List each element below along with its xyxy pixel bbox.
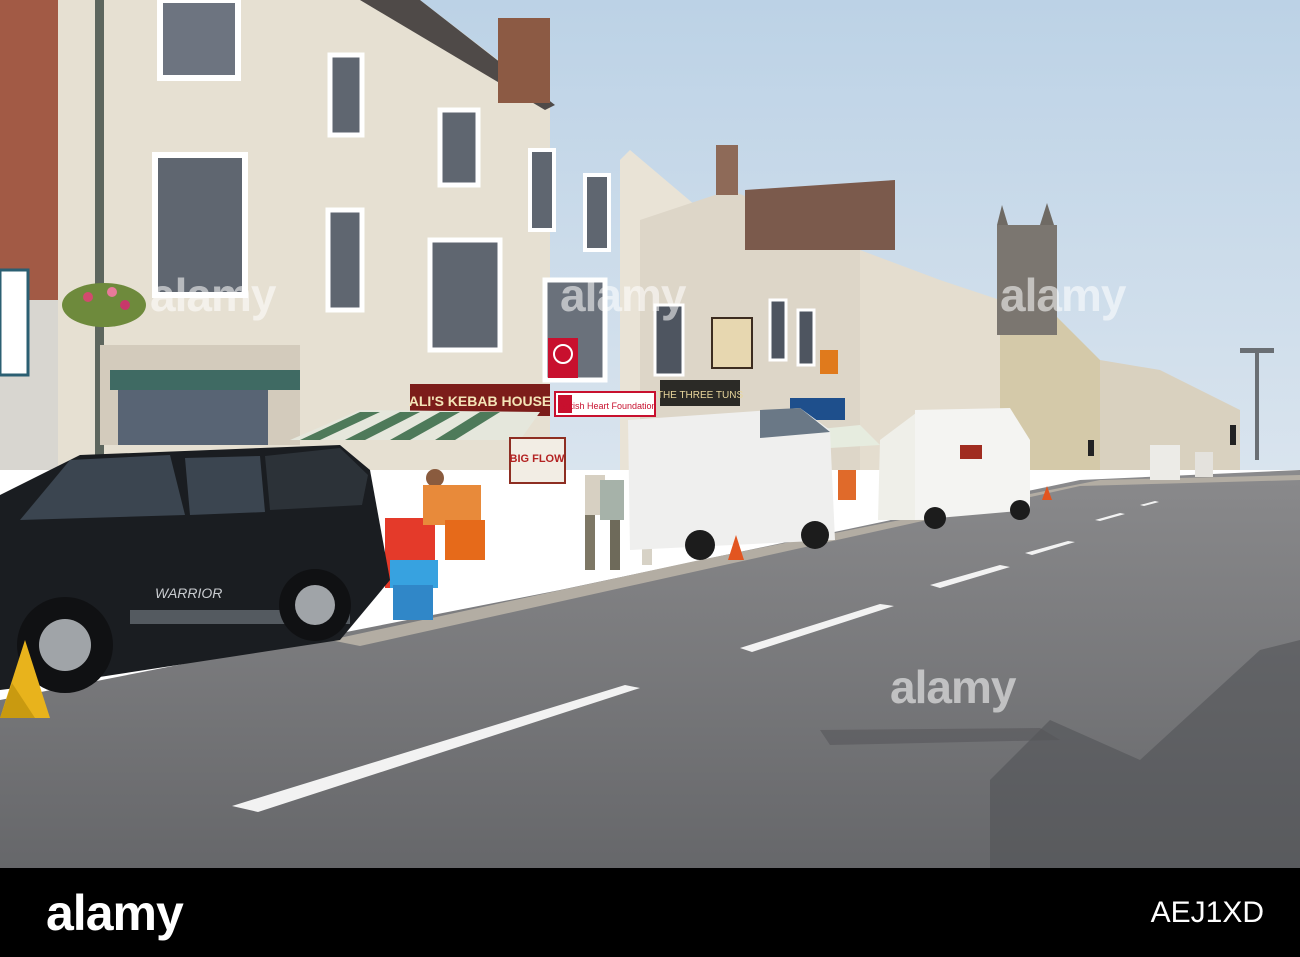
shop-sign-orange: [820, 350, 838, 374]
watermark: alamy: [890, 661, 1016, 713]
watermark: alamy: [1000, 269, 1126, 321]
warrior-badge: WARRIOR: [155, 585, 222, 601]
chimney: [498, 18, 550, 103]
van-distant: [1195, 452, 1213, 477]
street-lamp: [1255, 350, 1259, 460]
watermark: alamy: [560, 269, 686, 321]
stock-photo-frame: ALI'S KEBAB HOUSE British Heart Foundati…: [0, 0, 1300, 957]
stall-banner-text: BIG FLOW: [510, 453, 566, 465]
chimney: [716, 145, 738, 195]
person: [426, 469, 444, 487]
hanging-basket: [62, 283, 146, 327]
window: [583, 173, 611, 252]
kebab-house-text: ALI'S KEBAB HOUSE: [409, 393, 552, 409]
street-photo: ALI'S KEBAB HOUSE British Heart Foundati…: [0, 0, 1300, 868]
shop-window: [118, 390, 268, 445]
shop-awning: [110, 370, 300, 390]
traffic-light: [1230, 425, 1236, 445]
window: [327, 52, 365, 138]
window: [427, 237, 503, 353]
white-van-1: [628, 408, 835, 560]
blue-bucket: [393, 585, 433, 620]
van-distant: [1150, 445, 1180, 480]
stock-info-bar: alamy AEJ1XD: [0, 868, 1300, 957]
image-id: AEJ1XD: [1150, 896, 1264, 929]
street-scene: ALI'S KEBAB HOUSE British Heart Foundati…: [0, 0, 1300, 868]
window: [325, 207, 365, 313]
traffic-light: [1088, 440, 1094, 456]
watermark: alamy: [150, 269, 276, 321]
white-van-2: [915, 408, 1030, 529]
wall-sign: [0, 268, 30, 377]
bhf-sign-text: British Heart Foundation: [559, 401, 656, 411]
window: [528, 148, 556, 232]
alamy-logo[interactable]: alamy: [46, 884, 184, 942]
pub-sign: [711, 317, 753, 369]
chimney-stack: [745, 180, 895, 250]
window: [157, 0, 241, 81]
pub-fascia-text: THE THREE TUNS: [657, 390, 744, 401]
window: [768, 298, 788, 362]
window: [437, 107, 481, 188]
window: [796, 308, 816, 367]
